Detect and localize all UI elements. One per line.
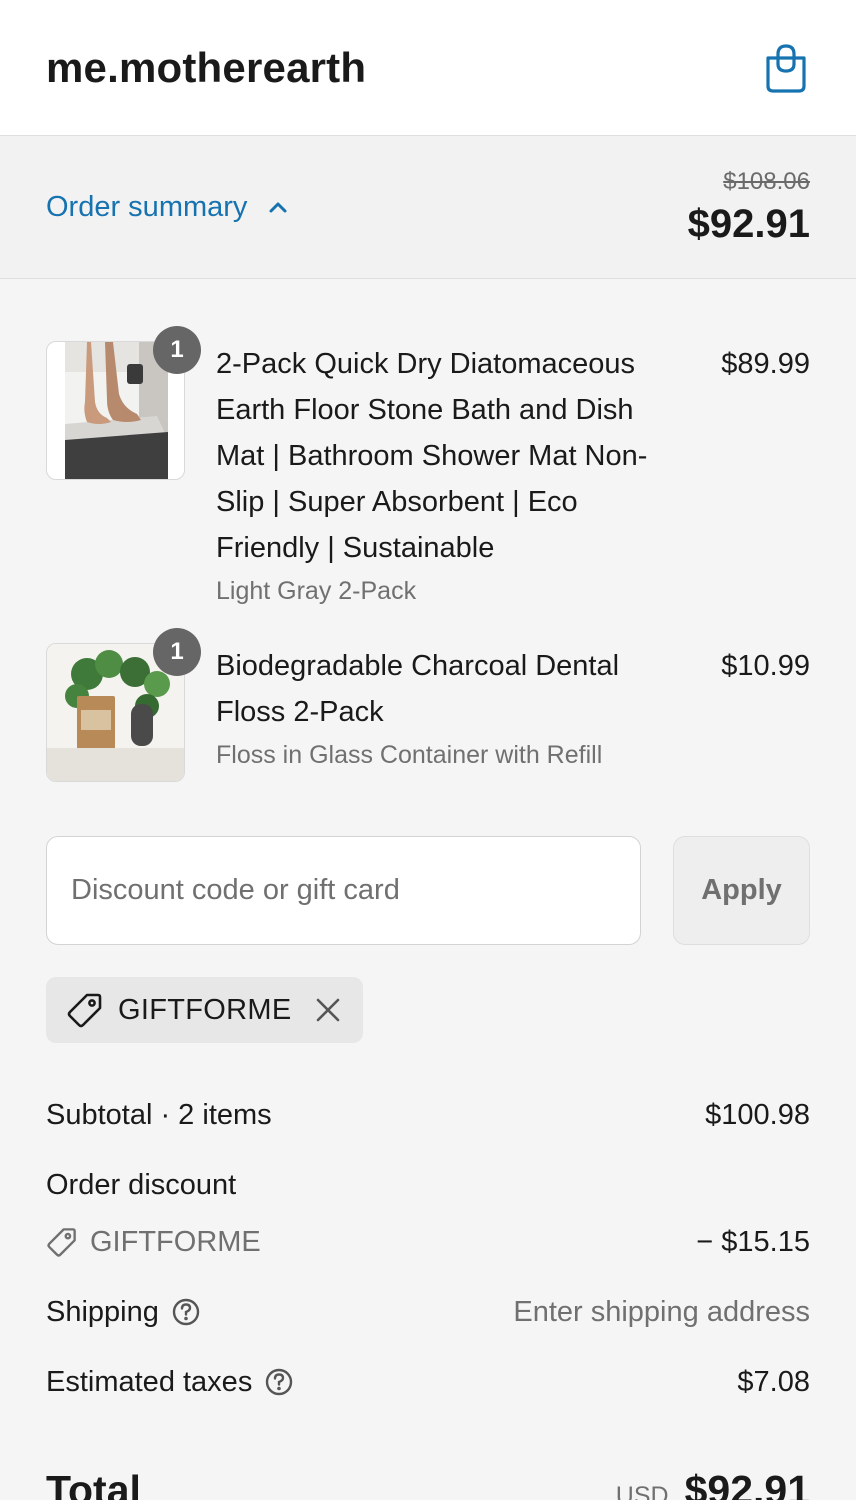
cost-breakdown: Subtotal · 2 items $100.98 Order discoun… (46, 1095, 810, 1500)
discount-form: Apply (46, 836, 810, 945)
discount-code-input[interactable] (46, 836, 641, 945)
shipping-label: Shipping (46, 1295, 159, 1328)
subtotal-label: Subtotal · 2 items (46, 1098, 272, 1131)
close-icon[interactable] (313, 995, 343, 1025)
discount-code-row: GIFTFORME − $15.15 (46, 1222, 810, 1262)
subtotal-value: $100.98 (705, 1098, 810, 1131)
item-variant: Floss in Glass Container with Refill (216, 741, 603, 769)
subtotal-row: Subtotal · 2 items $100.98 (46, 1095, 810, 1135)
line-item: 1 Biodegradable Charcoal Dental Floss 2-… (46, 628, 810, 782)
order-summary-toggle[interactable]: Order summary (46, 191, 289, 224)
help-icon[interactable] (171, 1297, 201, 1327)
applied-discount-chip: GIFTFORME (46, 977, 364, 1043)
discount-code-name: GIFTFORME (90, 1225, 261, 1258)
quantity-badge: 1 (153, 628, 201, 676)
original-price: $108.06 (723, 167, 810, 195)
item-variant: Light Gray 2-Pack (216, 577, 417, 605)
total-label: Total (46, 1466, 141, 1500)
help-icon[interactable] (264, 1367, 294, 1397)
shipping-value: Enter shipping address (513, 1295, 810, 1328)
order-discount-row: Order discount (46, 1165, 810, 1205)
order-summary-label: Order summary (46, 190, 248, 223)
shipping-row: Shipping Enter shipping address (46, 1292, 810, 1332)
shopping-bag-icon[interactable] (762, 42, 810, 94)
item-title: Biodegradable Charcoal Dental Floss 2-Pa… (216, 650, 620, 728)
currency-code: USD (615, 1481, 669, 1500)
chevron-up-icon (269, 202, 287, 213)
total-row: Total USD $92.91 (46, 1462, 810, 1500)
checkout-header: me.motherearth (0, 0, 856, 136)
apply-button[interactable]: Apply (673, 836, 810, 945)
item-price: $10.99 (721, 650, 810, 682)
taxes-label: Estimated taxes (46, 1365, 253, 1398)
discount-value: − $15.15 (696, 1225, 810, 1258)
tag-icon (67, 993, 102, 1028)
item-title: 2-Pack Quick Dry Diatomaceous Earth Floo… (216, 348, 648, 564)
order-discount-label: Order discount (46, 1168, 237, 1201)
line-item: 1 2-Pack Quick Dry Diatomaceous Earth Fl… (46, 326, 810, 607)
tag-icon (47, 1228, 76, 1257)
summary-prices: $108.06 $92.91 (688, 168, 810, 247)
applied-discount-code: GIFTFORME (118, 993, 292, 1026)
store-name[interactable]: me.motherearth (46, 44, 366, 92)
line-items: 1 2-Pack Quick Dry Diatomaceous Earth Fl… (46, 279, 810, 782)
summary-total-price: $92.91 (687, 201, 810, 246)
taxes-row: Estimated taxes $7.08 (46, 1362, 810, 1402)
quantity-badge: 1 (153, 326, 201, 374)
total-amount: $92.91 (684, 1466, 810, 1500)
order-summary-bar: Order summary $108.06 $92.91 (0, 136, 856, 279)
item-price: $89.99 (721, 348, 810, 380)
taxes-value: $7.08 (737, 1365, 810, 1398)
